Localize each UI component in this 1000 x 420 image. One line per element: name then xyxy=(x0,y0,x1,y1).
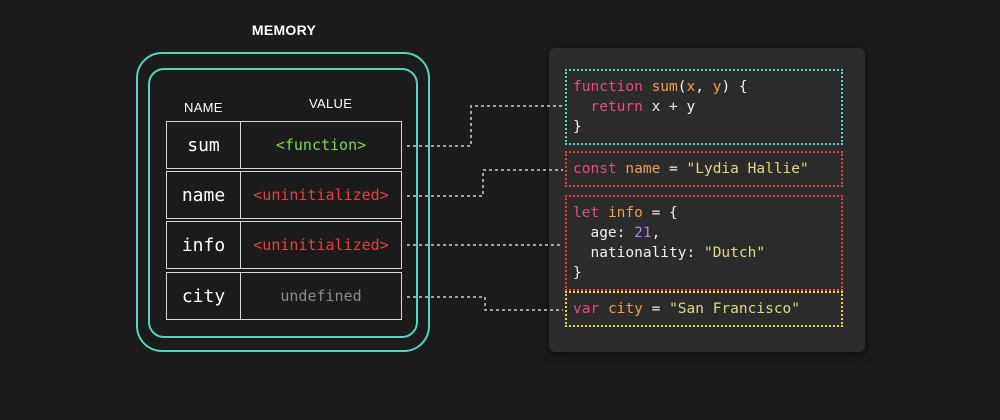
connector-sum xyxy=(407,105,563,147)
connector-lines xyxy=(407,105,563,311)
connector-city xyxy=(407,296,563,311)
connector-name xyxy=(407,169,563,197)
